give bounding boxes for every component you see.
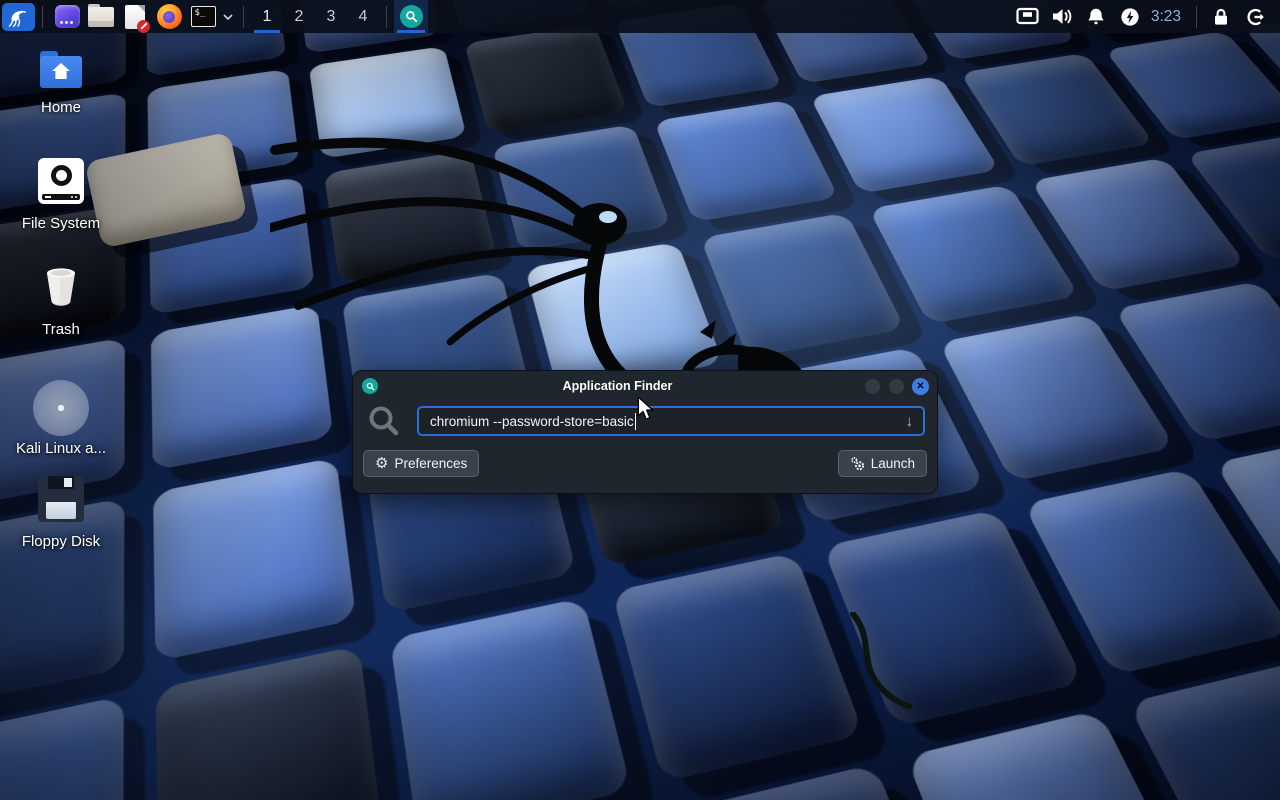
desktop-icon-label: File System [22,215,100,232]
command-input[interactable]: chromium --password-store=basic ↓ [417,406,925,436]
hard-drive-icon [38,158,84,204]
desktop-icon-label: Floppy Disk [22,533,100,550]
wallpaper-cube [464,24,627,132]
logout-icon [1245,7,1266,27]
desktop-icon-trash[interactable]: Trash [15,264,107,338]
window-icon-search [362,378,378,394]
logout-button[interactable] [1238,0,1272,33]
launcher-terminal[interactable]: $_ [186,0,220,33]
wallpaper-cube [156,645,385,800]
workspace-2[interactable]: 2 [283,0,315,33]
wallpaper-cube [151,304,334,471]
cdrom-disc-icon [33,380,89,436]
kali-logo-icon [8,7,30,27]
clock[interactable]: 3:23 [1151,8,1181,26]
wallpaper-cube [492,124,671,252]
mouse-cursor [637,396,654,421]
terminal-icon: $_ [191,6,216,27]
preferences-button-label: Preferences [394,456,467,471]
wallpaper-cube [1127,659,1280,800]
wallpaper-cube [309,46,467,158]
panel-separator [1196,6,1197,28]
house-glyph [51,62,71,80]
folder-icon [88,7,114,27]
panel-separator [42,6,43,28]
purple-window-icon [55,5,80,28]
wallpaper-cube [324,150,497,283]
minimize-button[interactable] [864,378,881,395]
workspace-1[interactable]: 1 [251,0,283,33]
maximize-button[interactable] [888,378,905,395]
notifications-tray-item[interactable] [1079,0,1113,33]
power-manager-tray-item[interactable] [1113,0,1147,33]
launcher-dropdown-toggle[interactable] [220,0,236,33]
launcher-window-app[interactable] [50,0,84,33]
desktop-icon-label: Kali Linux a... [16,440,106,457]
applications-menu-button[interactable] [2,3,35,31]
document-edit-icon [125,5,145,29]
launcher-file-manager[interactable] [84,0,118,33]
workspace-4[interactable]: 4 [347,0,379,33]
launcher-firefox[interactable] [152,0,186,33]
wallpaper-cube [700,212,905,358]
trash-icon [38,264,84,310]
wallpaper-cube [809,76,999,194]
command-input-value: chromium --password-store=basic [430,414,634,429]
bell-icon [1086,7,1106,27]
desktop-icon-home[interactable]: Home [15,56,107,116]
launch-button[interactable]: Launch [838,450,927,477]
wallpaper-cube [612,552,865,782]
wallpaper-cube [654,99,839,222]
launch-button-label: Launch [871,456,915,471]
volume-icon [1051,7,1073,26]
desktop-icon-floppy[interactable]: Floppy Disk [15,476,107,550]
wallpaper-cube [154,457,357,662]
dropdown-arrow-icon[interactable]: ↓ [906,413,914,430]
desktop-icon-label: Home [41,99,81,116]
preferences-button[interactable]: ⚙ Preferences [363,450,479,477]
network-tray-item[interactable] [1011,0,1045,33]
close-button[interactable]: ✕ [912,378,929,395]
desktop-icon-kali-cd[interactable]: Kali Linux a... [15,380,107,457]
search-icon [400,5,423,28]
top-panel: $_ 1 2 3 4 [0,0,1280,33]
chevron-down-icon [223,14,233,20]
panel-separator [243,6,244,28]
window-title: Application Finder [378,379,857,393]
panel-separator [386,6,387,28]
desktop-icon-file-system[interactable]: File System [15,158,107,232]
text-caret [635,413,637,430]
launcher-text-editor[interactable] [118,0,152,33]
volume-tray-item[interactable] [1045,0,1079,33]
application-finder-window: Application Finder ✕ chromium --password… [352,370,938,494]
search-icon-large [367,404,401,438]
desktop-icon-label: Trash [42,321,80,338]
floppy-disk-icon [38,476,84,522]
firefox-icon [157,4,182,29]
workspace-3[interactable]: 3 [315,0,347,33]
wallpaper-cube [390,598,632,800]
app-finder-taskbar-button[interactable] [394,0,428,33]
network-icon [1016,7,1039,26]
run-gears-icon [850,456,865,471]
gear-icon: ⚙ [375,456,388,471]
home-folder-icon [40,56,82,88]
lock-icon [1211,7,1231,27]
battery-power-icon [1120,7,1140,27]
lock-screen-button[interactable] [1204,0,1238,33]
wallpaper-cube [0,695,124,800]
